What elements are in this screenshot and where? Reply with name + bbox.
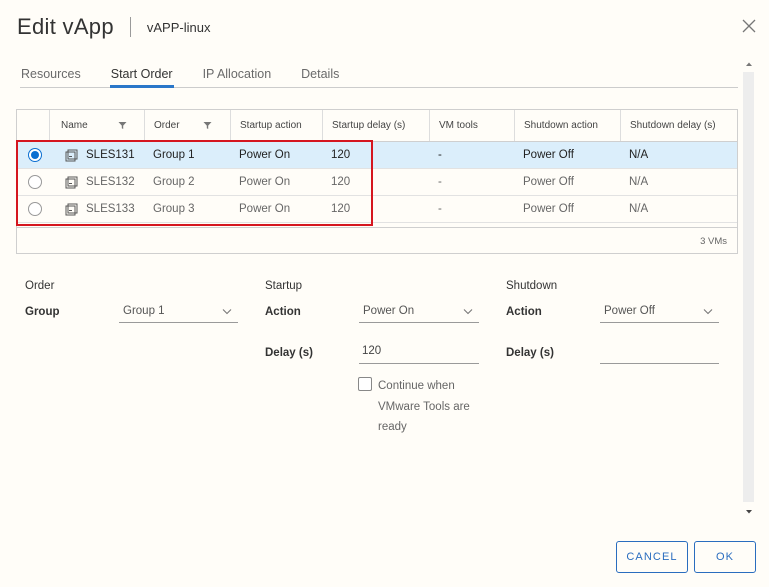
vm-order: Group 2 — [153, 176, 195, 188]
vm-icon — [65, 149, 78, 162]
vm-icon — [65, 176, 78, 189]
column-header-name[interactable]: Name — [61, 110, 88, 141]
vm-tools-status: - — [438, 149, 442, 161]
vm-name: SLES133 — [86, 203, 135, 215]
vm-count: 3 VMs — [700, 236, 727, 247]
vm-shutdown-delay: N/A — [629, 176, 649, 188]
shutdown-delay-label: Delay (s) — [506, 347, 554, 359]
vm-startup-action: Power On — [239, 176, 291, 188]
vm-shutdown-delay: N/A — [629, 203, 649, 215]
row-radio[interactable] — [28, 202, 42, 216]
cancel-button[interactable]: CANCEL — [616, 541, 688, 573]
shutdown-section-title: Shutdown — [506, 280, 558, 292]
startup-action-label: Action — [265, 306, 301, 318]
vm-name: SLES132 — [86, 176, 135, 188]
title-divider — [129, 17, 131, 37]
startup-delay-label: Delay (s) — [265, 347, 313, 359]
tab-ip-allocation[interactable]: IP Allocation — [202, 60, 273, 88]
vm-start-order-grid: Name Order Startup action Startup delay … — [16, 109, 738, 254]
tab-bar: Resources Start Order IP Allocation Deta… — [20, 60, 738, 88]
dialog-subtitle: vAPP-linux — [146, 19, 211, 35]
ok-button[interactable]: OK — [694, 541, 756, 573]
close-icon[interactable] — [738, 15, 760, 37]
column-header-startup-delay[interactable]: Startup delay (s) — [322, 110, 405, 141]
scrollbar-thumb[interactable] — [743, 72, 754, 502]
vm-shutdown-action: Power Off — [523, 149, 574, 161]
group-select[interactable]: Group 1 — [119, 301, 238, 323]
column-header-vm-tools[interactable]: VM tools — [429, 110, 478, 141]
group-select-value: Group 1 — [123, 305, 165, 317]
vm-icon — [65, 203, 78, 216]
startup-section-title: Startup — [265, 280, 303, 292]
chevron-down-icon — [463, 309, 473, 315]
vm-shutdown-action: Power Off — [523, 176, 574, 188]
dialog-title: Edit vApp — [17, 14, 114, 39]
column-header-shutdown-action[interactable]: Shutdown action — [514, 110, 598, 141]
grid-header: Name Order Startup action Startup delay … — [17, 110, 737, 142]
startup-action-value: Power On — [363, 305, 415, 317]
vm-shutdown-action: Power Off — [523, 203, 574, 215]
filter-icon[interactable] — [203, 121, 212, 130]
row-radio-selected[interactable] — [28, 148, 42, 162]
vm-name: SLES131 — [86, 149, 135, 161]
scroll-down-icon[interactable] — [745, 508, 753, 516]
vertical-scrollbar[interactable] — [743, 60, 755, 520]
shutdown-action-label: Action — [506, 306, 542, 318]
vm-startup-delay: 120 — [331, 203, 351, 215]
vm-startup-action: Power On — [239, 203, 291, 215]
vm-tools-status: - — [438, 203, 442, 215]
vm-startup-action: Power On — [239, 149, 291, 161]
shutdown-action-value: Power Off — [604, 305, 655, 317]
vm-order: Group 1 — [153, 149, 195, 161]
column-divider — [49, 110, 50, 141]
chevron-down-icon — [703, 309, 713, 315]
order-section-title: Order — [25, 280, 55, 292]
startup-delay-input[interactable]: 120 — [359, 342, 479, 364]
table-row[interactable]: SLES133 Group 3 Power On 120 - Power Off… — [17, 196, 737, 223]
tab-details[interactable]: Details — [300, 60, 340, 88]
shutdown-action-select[interactable]: Power Off — [600, 301, 719, 323]
tab-start-order[interactable]: Start Order — [109, 60, 174, 88]
column-header-order[interactable]: Order — [144, 110, 180, 141]
vm-startup-delay: 120 — [331, 176, 351, 188]
tab-resources[interactable]: Resources — [20, 60, 82, 88]
continue-when-tools-ready-label: Continue when VMware Tools are ready — [378, 380, 470, 433]
shutdown-delay-input[interactable] — [600, 342, 719, 364]
continue-when-tools-ready-checkbox[interactable] — [358, 377, 372, 391]
row-radio[interactable] — [28, 175, 42, 189]
grid-footer: 3 VMs — [17, 227, 737, 254]
vm-shutdown-delay: N/A — [629, 149, 649, 161]
group-label: Group — [25, 306, 60, 318]
filter-icon[interactable] — [118, 121, 127, 130]
vm-startup-delay: 120 — [331, 149, 351, 161]
startup-delay-value: 120 — [362, 345, 382, 357]
startup-action-select[interactable]: Power On — [359, 301, 479, 323]
scroll-up-icon[interactable] — [745, 60, 753, 68]
column-header-startup-action[interactable]: Startup action — [230, 110, 302, 141]
chevron-down-icon — [222, 309, 232, 315]
table-row[interactable]: SLES131 Group 1 Power On 120 - Power Off… — [17, 142, 737, 169]
table-row[interactable]: SLES132 Group 2 Power On 120 - Power Off… — [17, 169, 737, 196]
dialog-header: Edit vApp vAPP-linux — [17, 12, 210, 42]
vm-tools-status: - — [438, 176, 442, 188]
column-header-shutdown-delay[interactable]: Shutdown delay (s) — [620, 110, 716, 141]
vm-order: Group 3 — [153, 203, 195, 215]
